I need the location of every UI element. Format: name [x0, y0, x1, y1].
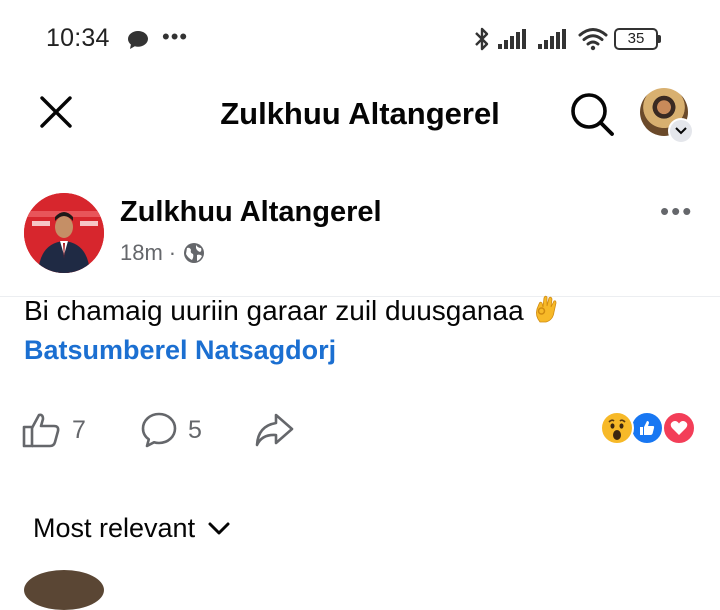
- status-time: 10:34: [46, 24, 110, 52]
- post-meta: 18m ·: [120, 240, 206, 266]
- post-options-button[interactable]: •••: [660, 196, 693, 227]
- status-more-icon: •••: [162, 24, 189, 49]
- comment-button[interactable]: 5: [140, 410, 202, 450]
- share-arrow-icon: [255, 413, 294, 447]
- post-text-line: Bi chamaig uuriin garaar zuil duusganaa: [24, 292, 561, 330]
- like-reaction-icon: [630, 411, 664, 445]
- commenter-avatar[interactable]: [24, 570, 104, 610]
- chevron-down-icon[interactable]: [668, 118, 694, 144]
- globe-icon: [184, 243, 205, 263]
- comment-bubble-icon: [141, 412, 177, 448]
- status-indicators: 35: [472, 25, 661, 53]
- comment-sort-dropdown[interactable]: Most relevant: [33, 513, 231, 544]
- meta-separator: ·: [168, 240, 177, 265]
- comment-sort-label: Most relevant: [33, 513, 196, 543]
- share-button[interactable]: [254, 410, 294, 450]
- ok-hand-emoji-icon: [536, 295, 557, 323]
- comment-count: 5: [188, 415, 202, 444]
- post-author-name[interactable]: Zulkhuu Altangerel: [120, 196, 382, 229]
- love-reaction-icon: [662, 411, 696, 445]
- author-photo-icon: [24, 193, 104, 273]
- bluetooth-icon: [475, 27, 489, 51]
- thumbs-up-icon: [22, 413, 60, 448]
- like-button[interactable]: 7: [22, 410, 86, 450]
- post-timestamp[interactable]: 18m: [120, 240, 163, 266]
- wifi-icon: [578, 28, 608, 51]
- mentioned-user-link[interactable]: Batsumberel Natsagdorj: [24, 335, 336, 366]
- like-count: 7: [72, 415, 86, 444]
- reaction-summary[interactable]: [600, 411, 700, 445]
- signal-strength-icon: [498, 29, 526, 49]
- post-text: Bi chamaig uuriin garaar zuil duusganaa: [24, 295, 524, 326]
- battery-icon: 35: [614, 28, 661, 50]
- chevron-down-icon: [208, 522, 230, 534]
- wow-reaction-icon: [600, 411, 634, 445]
- author-avatar[interactable]: [24, 193, 104, 273]
- search-icon[interactable]: [568, 90, 616, 138]
- chat-bubble-icon: [128, 31, 148, 49]
- signal-strength-icon-2: [538, 29, 566, 49]
